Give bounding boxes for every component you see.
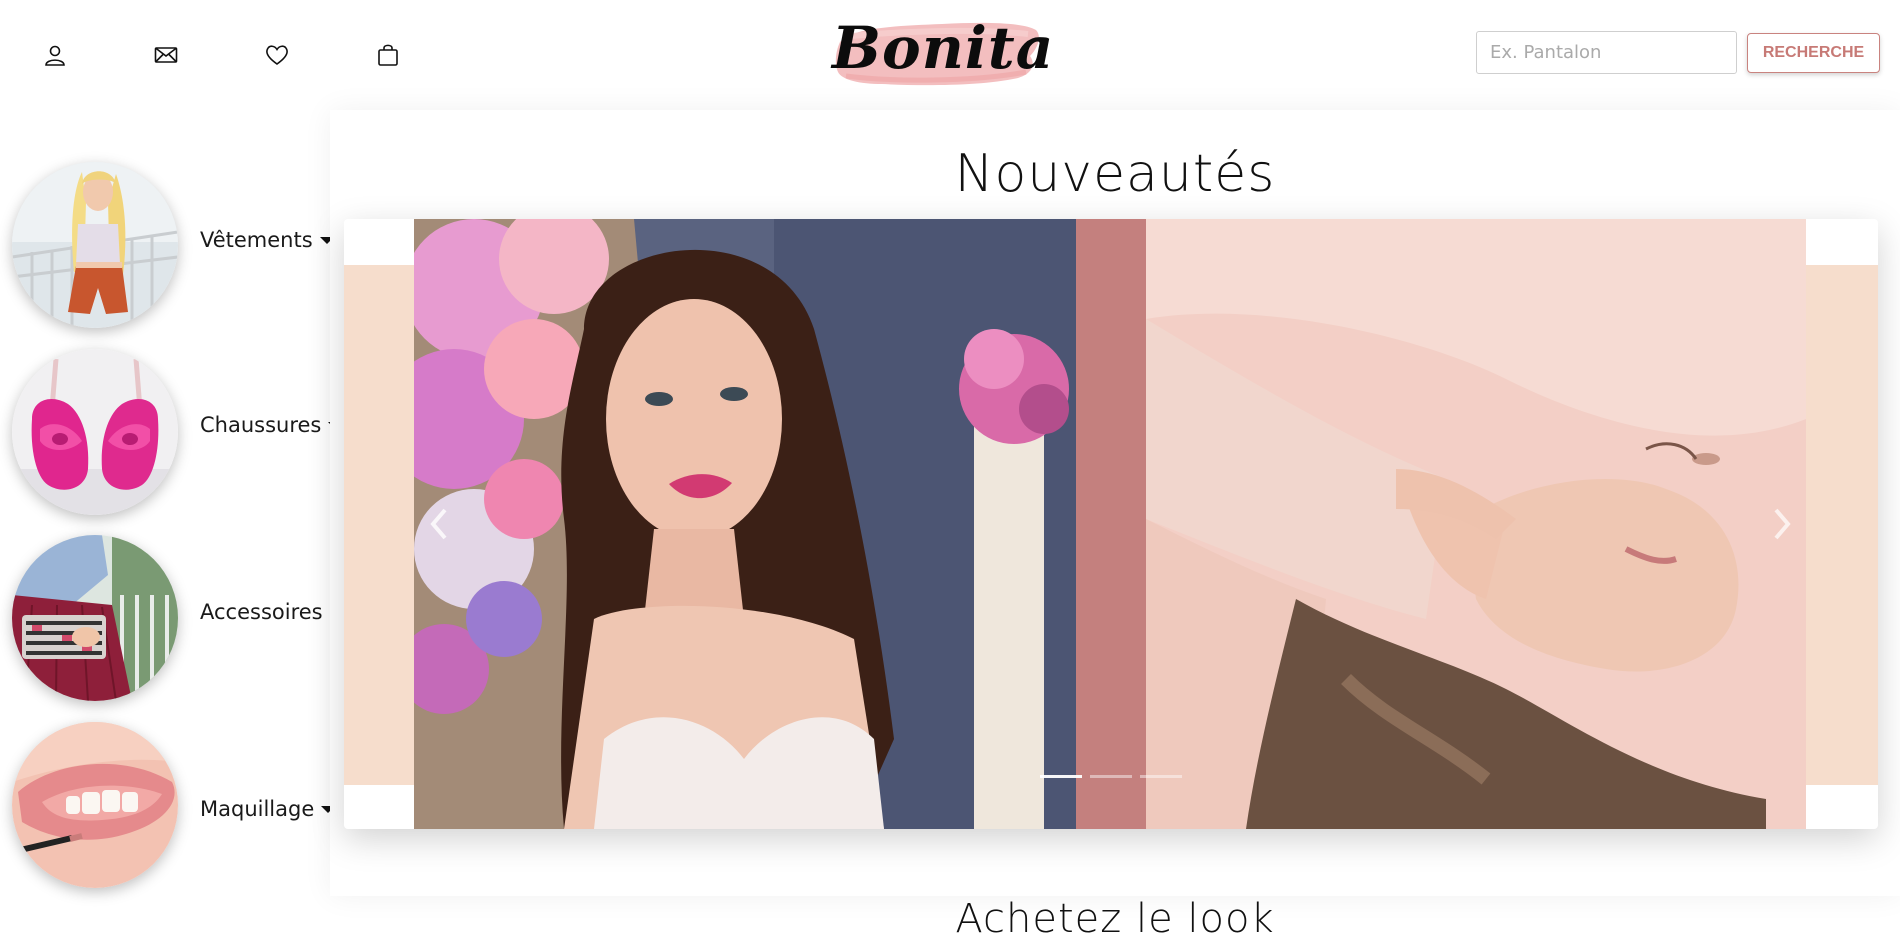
category-maquillage-image[interactable] — [12, 722, 178, 888]
category-vetements[interactable]: Vêtements — [0, 162, 340, 332]
carousel-next-button[interactable] — [1762, 499, 1802, 549]
search-input[interactable] — [1476, 31, 1737, 74]
new-arrivals-carousel[interactable] — [344, 219, 1878, 829]
chevron-right-icon — [1774, 508, 1791, 540]
carousel-indicator-1[interactable] — [1040, 775, 1082, 778]
section-title-shop-the-look: Achetez le look — [955, 896, 1275, 938]
category-sidebar: Vêtements Chaussures Accessoires Maquill… — [0, 150, 344, 890]
logo-text: Bonita — [832, 14, 1055, 82]
category-chaussures[interactable]: Chaussures — [0, 349, 343, 519]
category-accessoires-label: Accessoires — [200, 600, 323, 624]
category-chaussures-dropdown[interactable]: Chaussures — [200, 413, 343, 437]
category-chaussures-label: Chaussures — [200, 413, 322, 437]
header: Bonita RECHERCHE — [0, 0, 1900, 110]
category-accessoires-image[interactable] — [12, 535, 178, 701]
heart-icon[interactable] — [260, 38, 294, 72]
search-button[interactable]: RECHERCHE — [1747, 33, 1880, 73]
category-chaussures-image[interactable] — [12, 349, 178, 515]
carousel-indicators — [1040, 775, 1182, 778]
category-accessoires[interactable]: Accessoires — [0, 535, 344, 705]
bag-icon[interactable] — [371, 38, 405, 72]
mail-icon[interactable] — [149, 38, 183, 72]
carousel-divider — [1076, 219, 1146, 829]
chevron-left-icon — [430, 508, 447, 540]
brand-logo[interactable]: Bonita — [832, 12, 1055, 94]
category-accessoires-dropdown[interactable]: Accessoires — [200, 600, 344, 624]
carousel-indicator-2[interactable] — [1090, 775, 1132, 778]
user-icon[interactable] — [38, 38, 72, 72]
carousel-slide-image-2 — [1146, 219, 1806, 829]
category-vetements-label: Vêtements — [200, 228, 313, 252]
carousel-slide-image-1 — [414, 219, 1076, 829]
carousel-prev-button[interactable] — [419, 499, 459, 549]
main-content: Nouveautés Achetez le look — [330, 110, 1900, 938]
category-vetements-dropdown[interactable]: Vêtements — [200, 228, 334, 252]
category-maquillage-dropdown[interactable]: Maquillage — [200, 797, 336, 821]
carousel-band-left — [344, 265, 416, 785]
carousel-band-right — [1806, 265, 1878, 785]
category-maquillage[interactable]: Maquillage — [0, 722, 340, 892]
category-maquillage-label: Maquillage — [200, 797, 315, 821]
section-title-nouveautes: Nouveautés — [954, 144, 1276, 204]
category-vetements-image[interactable] — [12, 162, 178, 328]
carousel-indicator-3[interactable] — [1140, 775, 1182, 778]
